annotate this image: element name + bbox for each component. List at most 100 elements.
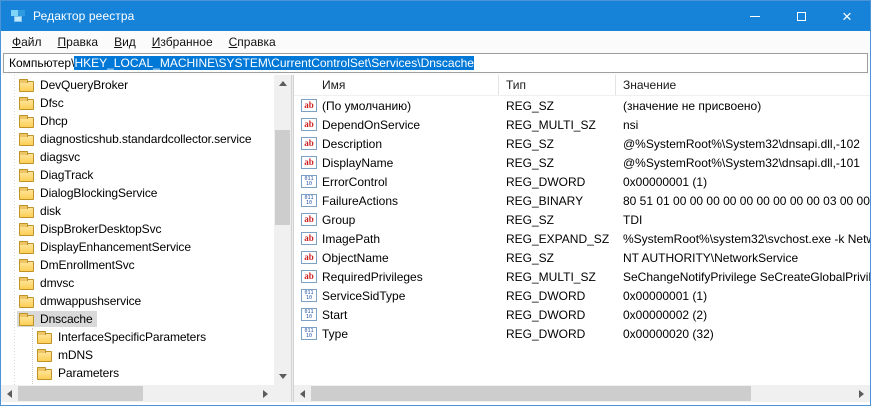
value-row-по-умолчанию[interactable]: (По умолчанию)REG_SZ(значение не присвое… — [294, 96, 870, 115]
value-row-servicesidtype[interactable]: ServiceSidTypeREG_DWORD0x00000001 (1) — [294, 286, 870, 305]
value-type: REG_EXPAND_SZ — [499, 232, 616, 246]
folder-icon — [19, 99, 34, 110]
binary-value-icon — [301, 289, 317, 302]
tree-item-dmenrollmentsvc[interactable]: DmEnrollmentSvc — [1, 256, 274, 274]
menubar: ФайлПравкаВидИзбранноеСправка — [1, 31, 870, 53]
value-type: REG_DWORD — [499, 308, 616, 322]
main-content: DevQueryBroker Dfsc Dhcp diagnosticshub.sta… — [1, 75, 870, 402]
folder-icon — [19, 135, 34, 146]
tree-item-dmvsc[interactable]: dmvsc — [1, 274, 274, 292]
value-row-errorcontrol[interactable]: ErrorControlREG_DWORD0x00000001 (1) — [294, 172, 870, 191]
string-value-icon — [301, 270, 317, 283]
tree-item-parameters[interactable]: Parameters — [1, 364, 274, 382]
tree: DevQueryBroker Dfsc Dhcp diagnosticshub.sta… — [1, 75, 274, 385]
scrollbar-corner — [274, 385, 291, 402]
tree-item-dmwappushservice[interactable]: dmwappushservice — [1, 292, 274, 310]
scroll-up-button[interactable] — [274, 75, 291, 92]
tree-item-dnscache[interactable]: Dnscache — [1, 310, 274, 328]
value-row-type[interactable]: TypeREG_DWORD0x00000020 (32) — [294, 324, 870, 343]
value-type: REG_SZ — [499, 137, 616, 151]
value-row-displayname[interactable]: DisplayNameREG_SZ@%SystemRoot%\System32\… — [294, 153, 870, 172]
tree-item-dispbrokerdesktopsvc[interactable]: DispBrokerDesktopSvc — [1, 220, 274, 238]
value-name: DisplayName — [322, 156, 393, 170]
horizontal-scroll-thumb[interactable] — [311, 386, 751, 401]
column-header-type[interactable]: Тип — [499, 75, 616, 95]
value-data: @%SystemRoot%\System32\dnsapi.dll,-102 — [616, 137, 870, 151]
close-button[interactable] — [824, 1, 870, 31]
address-bar[interactable]: Компьютер\HKEY_LOCAL_MACHINE\SYSTEM\Curr… — [3, 53, 868, 73]
value-row-objectname[interactable]: ObjectNameREG_SZNT AUTHORITY\NetworkServ… — [294, 248, 870, 267]
string-value-icon — [301, 213, 317, 226]
scroll-right-button[interactable] — [257, 385, 274, 402]
tree-item-label: Dfsc — [39, 96, 65, 110]
menu-favorites[interactable]: Избранное — [144, 31, 221, 53]
value-data: SeChangeNotifyPrivilege SeCreateGlobalPr… — [616, 270, 870, 284]
column-header-value[interactable]: Значение — [616, 75, 870, 95]
tree-item-label: Dhcp — [39, 114, 69, 128]
value-row-description[interactable]: DescriptionREG_SZ@%SystemRoot%\System32\… — [294, 134, 870, 153]
tree-item-dfsc[interactable]: Dfsc — [1, 94, 274, 112]
value-type: REG_MULTI_SZ — [499, 270, 616, 284]
column-header-name[interactable]: Имя — [294, 75, 499, 95]
minimize-button[interactable] — [732, 1, 778, 31]
folder-icon — [37, 351, 52, 362]
value-data: 0x00000020 (32) — [616, 327, 870, 341]
maximize-button[interactable] — [778, 1, 824, 31]
value-data: nsi — [616, 118, 870, 132]
tree-item-devquerybroker[interactable]: DevQueryBroker — [1, 76, 274, 94]
folder-icon — [37, 333, 52, 344]
tree-item-label: DiagTrack — [39, 168, 94, 182]
vertical-scroll-thumb[interactable] — [275, 130, 290, 225]
value-row-imagepath[interactable]: ImagePathREG_EXPAND_SZ%SystemRoot%\syste… — [294, 229, 870, 248]
tree-item-diagnosticshub-standardcollector-service[interactable]: diagnosticshub.standardcollector.service — [1, 130, 274, 148]
binary-value-icon — [301, 194, 317, 207]
folder-icon — [19, 171, 34, 182]
tree-item-label: diagnosticshub.standardcollector.service — [39, 132, 252, 146]
tree-item-label: DispBrokerDesktopSvc — [39, 222, 162, 236]
value-row-requiredprivileges[interactable]: RequiredPrivilegesREG_MULTI_SZSeChangeNo… — [294, 267, 870, 286]
tree-item-interfacespecificparameters[interactable]: InterfaceSpecificParameters — [1, 328, 274, 346]
address-row: Компьютер\HKEY_LOCAL_MACHINE\SYSTEM\Curr… — [1, 53, 870, 75]
tree-item-label: Parameters — [57, 366, 120, 380]
menu-view[interactable]: Вид — [106, 31, 144, 53]
tree-item-displayenhancementservice[interactable]: DisplayEnhancementService — [1, 238, 274, 256]
value-row-group[interactable]: GroupREG_SZTDI — [294, 210, 870, 229]
value-name: Group — [322, 213, 355, 227]
tree-item-diagsvc[interactable]: diagsvc — [1, 148, 274, 166]
tree-horizontal-scrollbar[interactable] — [1, 385, 274, 402]
tree-item-dhcp[interactable]: Dhcp — [1, 112, 274, 130]
value-data: 0x00000002 (2) — [616, 308, 870, 322]
value-row-start[interactable]: Start REG_DWORD0x00000002 (2) — [294, 305, 870, 324]
binary-value-icon — [301, 175, 317, 188]
tree-guide-line — [32, 328, 33, 385]
scroll-down-button[interactable] — [274, 368, 291, 385]
minimize-icon — [750, 16, 760, 17]
folder-icon — [19, 153, 34, 164]
tree-item-disk[interactable]: disk — [1, 202, 274, 220]
value-row-dependonservice[interactable]: DependOnServiceREG_MULTI_SZnsi — [294, 115, 870, 134]
string-value-icon — [301, 232, 317, 245]
titlebar[interactable]: Редактор реестра — [1, 1, 870, 31]
value-type: REG_DWORD — [499, 175, 616, 189]
list-horizontal-scrollbar[interactable] — [294, 385, 870, 402]
value-data: (значение не присвоено) — [616, 99, 870, 113]
tree-item-dialogblockingservice[interactable]: DialogBlockingService — [1, 184, 274, 202]
folder-icon — [19, 117, 34, 128]
value-type: REG_DWORD — [499, 327, 616, 341]
menu-file[interactable]: Файл — [4, 31, 50, 53]
tree-item-mdns[interactable]: mDNS — [1, 346, 274, 364]
maximize-icon — [797, 12, 806, 21]
menu-help[interactable]: Справка — [221, 31, 284, 53]
value-name: Start — [322, 308, 347, 322]
scroll-left-button[interactable] — [294, 385, 311, 402]
horizontal-scroll-thumb[interactable] — [18, 386, 143, 401]
value-type: REG_SZ — [499, 156, 616, 170]
value-type: REG_DWORD — [499, 289, 616, 303]
scroll-left-button[interactable] — [1, 385, 18, 402]
folder-icon — [19, 315, 34, 326]
value-row-failureactions[interactable]: FailureActionsREG_BINARY80 51 01 00 00 0… — [294, 191, 870, 210]
scroll-right-button[interactable] — [853, 385, 870, 402]
tree-item-diagtrack[interactable]: DiagTrack — [1, 166, 274, 184]
tree-vertical-scrollbar[interactable] — [274, 75, 291, 385]
menu-edit[interactable]: Правка — [50, 31, 107, 53]
